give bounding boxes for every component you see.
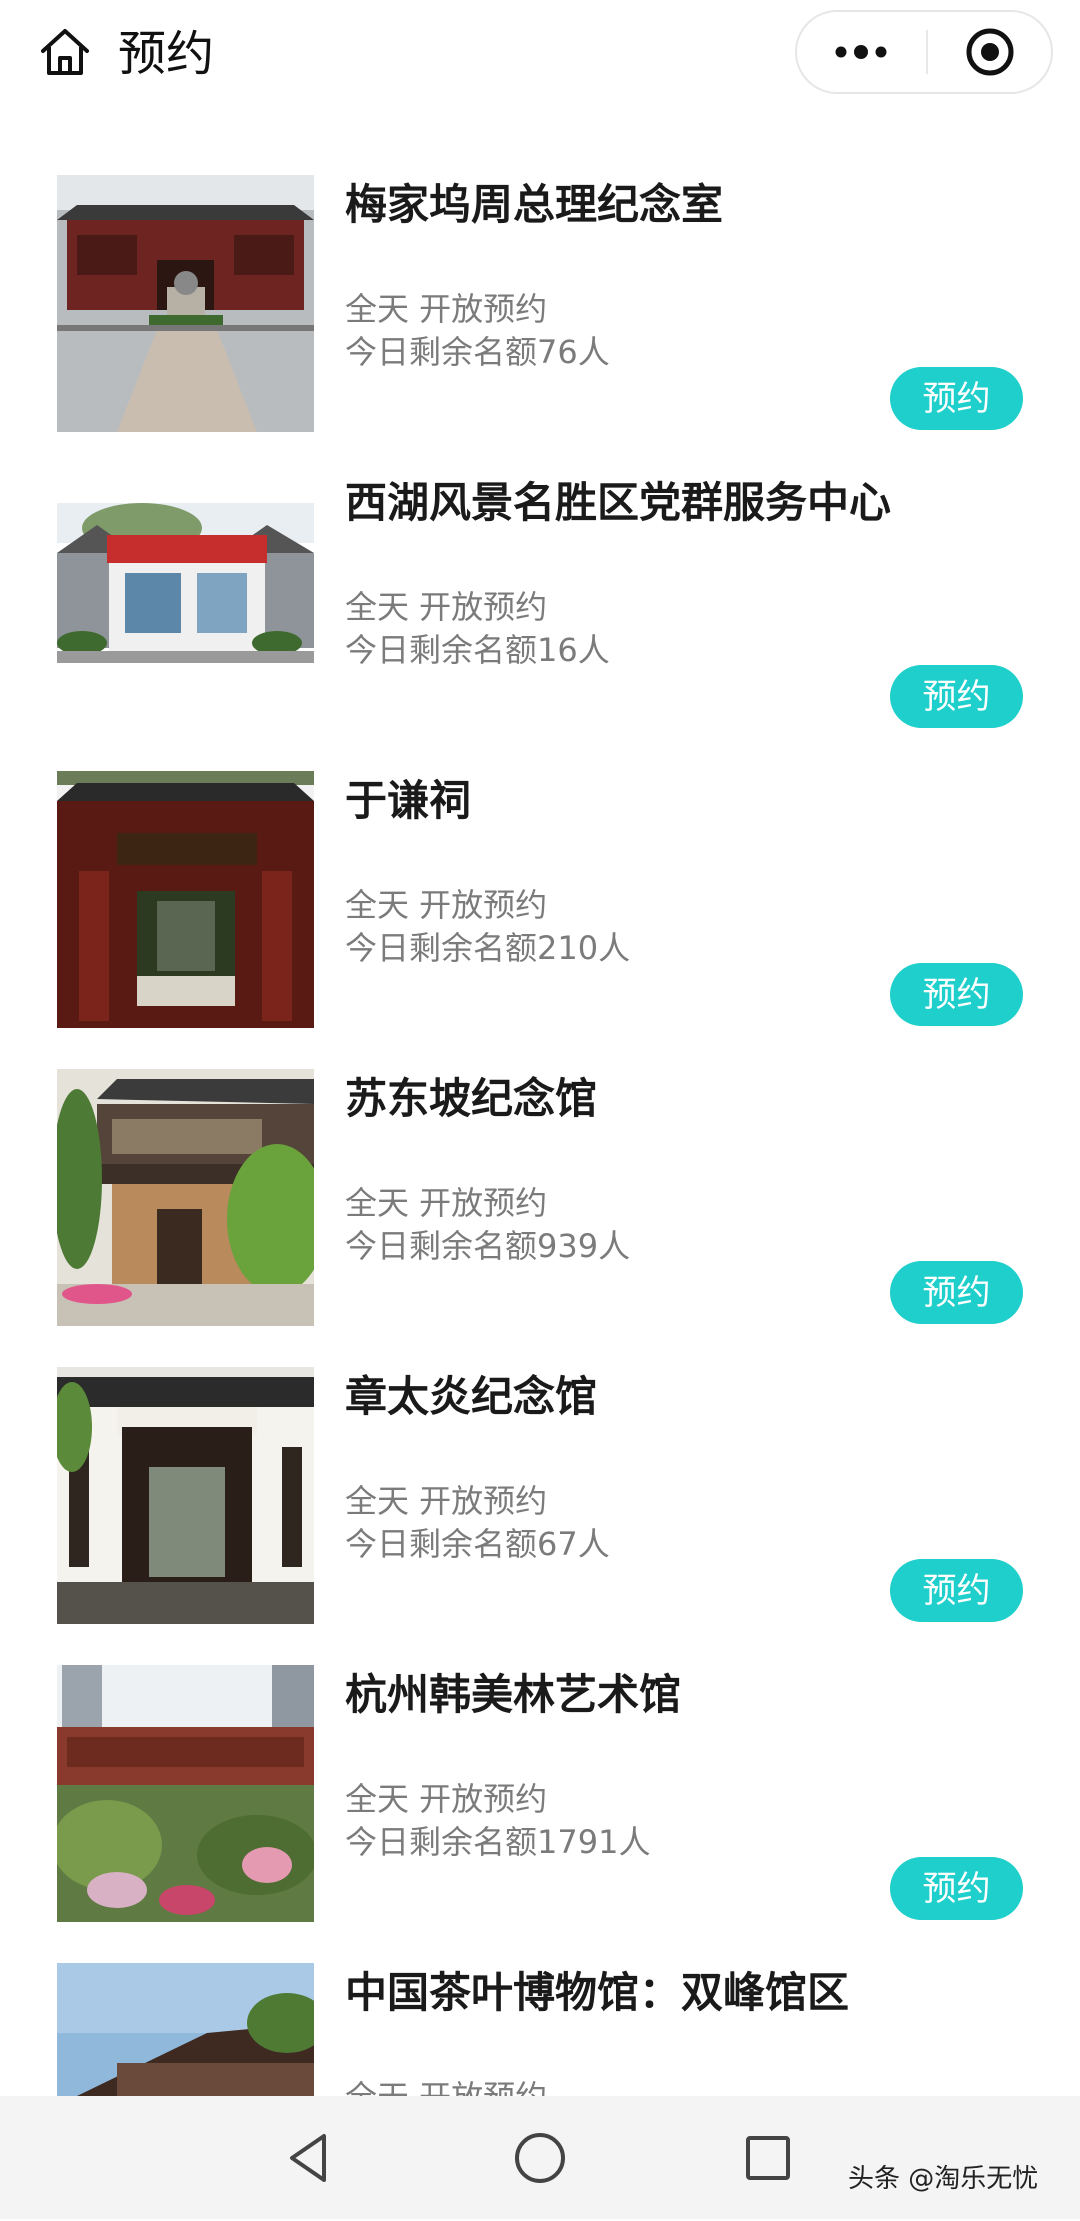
- venue-quota: 今日剩余名额16人: [345, 631, 610, 669]
- top-bar: 预约: [0, 0, 1080, 110]
- list-item[interactable]: 杭州韩美林艺术馆 全天 开放预约 今日剩余名额1791人 预约: [0, 1665, 1080, 1923]
- book-button[interactable]: 预约: [890, 1559, 1023, 1622]
- venue-photo: [57, 1665, 314, 1922]
- venue-quota: 今日剩余名额1791人: [345, 1823, 651, 1861]
- venue-hours: 全天 开放预约: [345, 1780, 548, 1818]
- venue-name: 西湖风景名胜区党群服务中心: [345, 478, 892, 527]
- home-nav-button[interactable]: [500, 2118, 580, 2198]
- list-item[interactable]: 苏东坡纪念馆 全天 开放预约 今日剩余名额939人 预约: [0, 1069, 1080, 1327]
- venue-photo: [57, 1069, 314, 1326]
- home-circle-icon: [515, 2133, 565, 2183]
- record-close-icon: [966, 28, 1014, 76]
- page-title: 预约: [118, 26, 215, 82]
- list-item[interactable]: 梅家坞周总理纪念室 全天 开放预约 今日剩余名额76人 预约: [0, 175, 1080, 433]
- venue-name: 梅家坞周总理纪念室: [345, 180, 724, 229]
- venue-photo: [57, 1963, 314, 2096]
- recents-square-icon: [746, 2136, 790, 2180]
- mini-program-capsule: [795, 10, 1053, 94]
- more-dots-icon: [835, 45, 887, 59]
- venue-name: 杭州韩美林艺术馆: [345, 1670, 682, 1719]
- list-item[interactable]: 西湖风景名胜区党群服务中心 全天 开放预约 今日剩余名额16人 预约: [0, 473, 1080, 731]
- venue-name: 章太炎纪念馆: [345, 1372, 598, 1421]
- book-button[interactable]: 预约: [890, 1261, 1023, 1324]
- book-button[interactable]: 预约: [890, 1857, 1023, 1920]
- venue-quota: 今日剩余名额210人: [345, 929, 631, 967]
- book-button[interactable]: 预约: [890, 665, 1023, 728]
- venue-photo: [57, 1367, 314, 1624]
- venue-hours: 全天 开放预约: [345, 290, 548, 328]
- list-item[interactable]: 于谦祠 全天 开放预约 今日剩余名额210人 预约: [0, 771, 1080, 1029]
- book-button[interactable]: 预约: [890, 367, 1023, 430]
- venue-quota: 今日剩余名额939人: [345, 1227, 631, 1265]
- home-icon: [41, 29, 89, 75]
- back-triangle-icon: [290, 2134, 326, 2182]
- venue-quota: 今日剩余名额67人: [345, 1525, 610, 1563]
- venue-name: 中国茶叶博物馆：双峰馆区: [345, 1968, 850, 2017]
- venue-photo: [57, 473, 314, 730]
- more-button[interactable]: [797, 12, 925, 92]
- venue-hours: 全天 开放预约: [345, 588, 548, 626]
- venue-hours: 全天 开放预约: [345, 886, 548, 924]
- recents-button[interactable]: [728, 2118, 808, 2198]
- venue-hours: 全天 开放预约: [345, 1482, 548, 1520]
- venue-name: 于谦祠: [345, 776, 472, 825]
- venue-photo: [57, 771, 314, 1028]
- venue-photo: [57, 175, 314, 432]
- venue-quota: 今日剩余名额76人: [345, 333, 610, 371]
- book-button[interactable]: 预约: [890, 963, 1023, 1026]
- close-button[interactable]: [929, 12, 1051, 92]
- capsule-divider: [926, 30, 928, 74]
- venue-name: 苏东坡纪念馆: [345, 1074, 598, 1123]
- watermark-text: 头条 @淘乐无忧: [848, 2164, 1039, 2194]
- back-button[interactable]: [270, 2118, 350, 2198]
- list-item[interactable]: 章太炎纪念馆 全天 开放预约 今日剩余名额67人 预约: [0, 1367, 1080, 1625]
- venue-hours: 全天 开放预约: [345, 1184, 548, 1222]
- home-button[interactable]: [30, 22, 100, 82]
